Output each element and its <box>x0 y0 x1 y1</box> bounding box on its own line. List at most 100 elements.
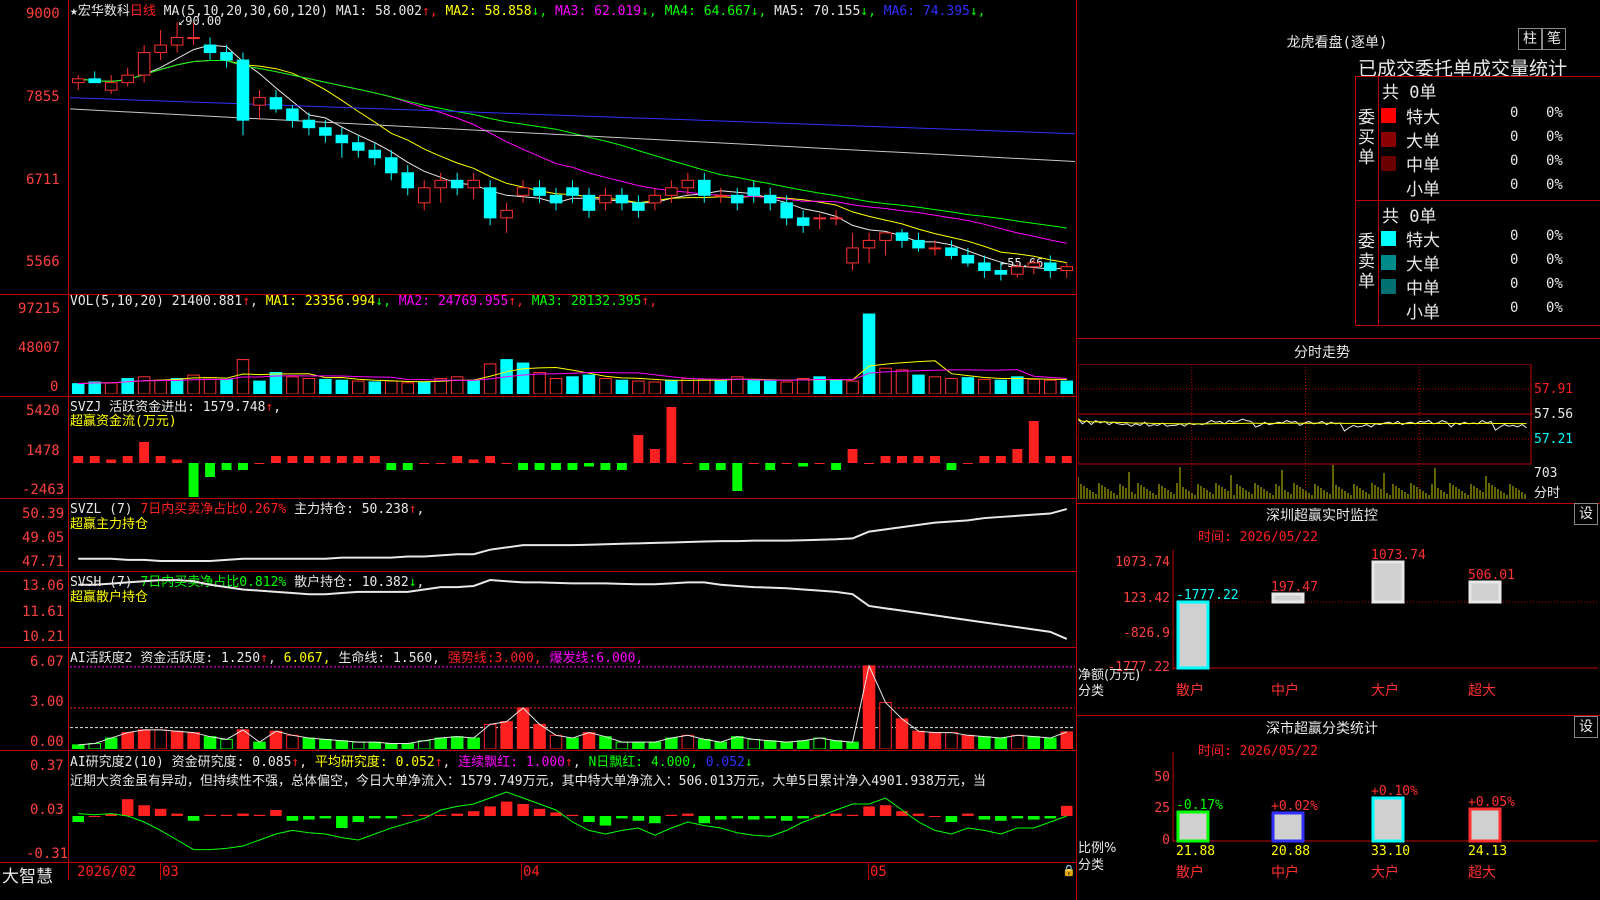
candle-38 <box>698 179 711 196</box>
sz-class-change-2: +0.02% <box>1271 799 1318 814</box>
app-logo[interactable]: 大智慧 <box>2 862 53 887</box>
sell-row-count-4: 0 <box>1510 300 1519 316</box>
candle-56 <box>994 269 1008 275</box>
activity-bar-7 <box>187 732 200 749</box>
research-bar-0 <box>72 816 85 822</box>
buy-row-color-4 <box>1381 180 1396 195</box>
sz-monitor-y-unit: 净额(万元) <box>1078 668 1140 683</box>
research-bar-51 <box>912 813 925 816</box>
sz-class-change-3: +0.10% <box>1371 784 1418 799</box>
research-bar-18 <box>369 816 381 819</box>
vol-bar-58 <box>1027 378 1041 394</box>
vol-bar-33 <box>615 379 629 394</box>
activity-bar-8 <box>203 736 217 749</box>
research-bar-26 <box>500 801 513 816</box>
intraday-chart[interactable] <box>1078 364 1533 500</box>
flow-bar-52 <box>930 456 940 463</box>
vol-bar-35 <box>648 381 662 394</box>
candle-26 <box>500 209 513 219</box>
red-label: 连续飘红: <box>458 755 519 770</box>
activity-bar-16 <box>335 740 349 749</box>
vol-bar-29 <box>549 378 563 394</box>
flow-bar-23 <box>452 456 463 463</box>
buy-total: 共 0单 <box>1382 83 1437 103</box>
flow-bar-14 <box>303 456 314 463</box>
candle-53 <box>945 247 958 256</box>
intraday-y-label-2: 57.56 <box>1534 407 1574 422</box>
candle-47 <box>846 247 859 264</box>
flow-bar-32 <box>600 463 611 470</box>
flow-bar-43 <box>781 463 792 464</box>
ai-research-y-label-3: -0.31 <box>26 846 69 862</box>
research-bar-25 <box>484 806 496 816</box>
research-bar-55 <box>978 816 991 820</box>
vol-bar-42 <box>763 380 777 394</box>
sell-side-label: 委卖单 <box>1358 232 1375 292</box>
sell-row-color-3 <box>1381 279 1396 294</box>
research-bar-47 <box>846 814 859 816</box>
research-bar-5 <box>154 808 167 816</box>
flow-bar-27 <box>518 463 529 470</box>
flow-bar-51 <box>913 456 924 463</box>
research-bar-7 <box>187 816 200 821</box>
research-bar-49 <box>879 805 892 816</box>
candle-60 <box>1060 266 1074 271</box>
ai-research-arrow-4: ↓ <box>744 755 753 770</box>
activity-bar-50 <box>895 718 909 749</box>
activity-bar-60 <box>1060 731 1074 749</box>
activity-bar-14 <box>302 737 316 749</box>
candle-24 <box>467 179 480 189</box>
ai-active-y-label-2: 3.00 <box>30 694 64 710</box>
sz-monitor-value-4: 506.01 <box>1468 568 1515 583</box>
candle-32 <box>599 194 612 204</box>
vol-ma-item-2: MA2: 24769.955↑, <box>390 294 524 309</box>
research-bar-33 <box>616 816 628 819</box>
tick-view-button[interactable]: 笔 <box>1542 28 1566 50</box>
sz-class-value-2: 20.88 <box>1271 844 1310 859</box>
sz-class-settings-button[interactable]: 设 <box>1574 716 1598 738</box>
buy-row-count-2: 0 <box>1510 129 1519 145</box>
lock-icon[interactable]: 🔒 <box>1062 864 1076 877</box>
buy-row-label-4: 小单 <box>1406 180 1440 200</box>
vol-bar-51 <box>912 374 925 394</box>
candle-21 <box>417 187 431 204</box>
flow-bar-58 <box>1028 421 1039 463</box>
candlestick-chart[interactable] <box>70 15 1075 293</box>
buy-row-pct-1: 0% <box>1546 105 1563 121</box>
vol-bar-15 <box>319 378 332 394</box>
flow-bar-45 <box>814 463 825 464</box>
research-bar-59 <box>1044 816 1057 819</box>
research-bar-58 <box>1028 816 1040 820</box>
activity-bar-23 <box>450 736 464 749</box>
candle-39 <box>714 194 728 197</box>
vol-bar-55 <box>978 378 991 394</box>
activity-bar-21 <box>417 740 431 749</box>
sz-class-cat-3: 大户 <box>1371 864 1399 881</box>
activity-bar-46 <box>829 740 843 749</box>
sz-monitor-cat-4: 超大 <box>1468 683 1496 699</box>
research-bar-32 <box>599 816 612 826</box>
activity-bar-52 <box>928 732 942 749</box>
retail-chart <box>78 579 1068 640</box>
candle-58 <box>1027 262 1041 268</box>
sz-class-bar-1 <box>1176 810 1210 843</box>
research-bar-44 <box>797 816 809 819</box>
buy-side-label: 委买单 <box>1358 108 1375 168</box>
flow-bar-10 <box>238 463 248 470</box>
svsh-y-label-1: 13.06 <box>22 578 65 594</box>
sz-monitor-y-label-3: -826.9 <box>1123 626 1170 641</box>
research-bar-57 <box>1011 816 1024 819</box>
activity-bar-6 <box>170 730 184 749</box>
bar-view-button[interactable]: 柱 <box>1518 28 1542 50</box>
research-bar-16 <box>336 816 348 828</box>
ai-research-value: 0.085 <box>252 755 292 770</box>
candle-0 <box>71 78 85 84</box>
sell-row-count-1: 0 <box>1510 228 1519 244</box>
buy-row-color-1 <box>1381 108 1396 123</box>
sz-class-change-1: -0.17% <box>1176 798 1223 813</box>
vol-value: 21400.881 <box>171 294 243 309</box>
activity-bar-5 <box>154 729 167 749</box>
sz-monitor-bar-1 <box>1176 600 1210 670</box>
sz-monitor-settings-button[interactable]: 设 <box>1574 503 1598 525</box>
vol-y-label-2: 48007 <box>18 340 61 356</box>
